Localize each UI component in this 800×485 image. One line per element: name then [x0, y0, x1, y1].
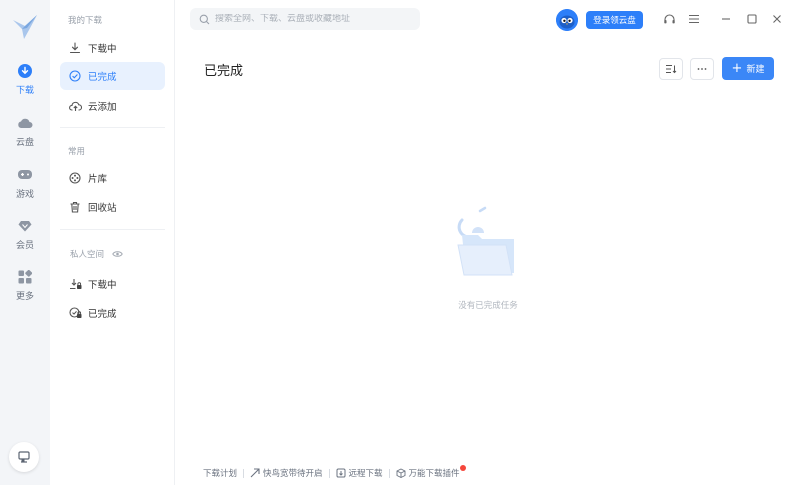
sidebar-item-label: 下载中 — [88, 280, 117, 291]
rail-item-download[interactable]: 下载 — [0, 63, 50, 103]
footer-separator — [328, 468, 330, 478]
section-title-my-downloads: 我的下载 — [68, 16, 103, 26]
mini-window-button[interactable] — [9, 442, 39, 472]
cloud-icon — [17, 115, 33, 131]
menu-icon[interactable] — [686, 11, 702, 27]
sidebar-item-recycle-bin[interactable]: 回收站 — [60, 193, 165, 221]
footer-bar: 下载计划 快鸟宽带待开启 远程下载 万能下载插件 — [203, 465, 466, 480]
footer-label: 下载计划 — [203, 469, 238, 479]
footer-universal-plugin[interactable]: 万能下载插件 — [396, 465, 466, 479]
private-space-label: 私人空间 — [70, 250, 105, 260]
login-button[interactable]: 登录领云盘 — [586, 11, 643, 29]
footer-separator — [243, 468, 245, 478]
close-icon[interactable] — [769, 11, 785, 27]
footer-label: 远程下载 — [348, 469, 383, 479]
sort-icon — [666, 65, 677, 74]
sidebar-item-downloading[interactable]: 下载中 — [60, 34, 165, 62]
new-task-label: 新建 — [746, 65, 765, 75]
sidebar-item-label: 回收站 — [88, 203, 117, 214]
section-title-common: 常用 — [68, 147, 86, 157]
rail-item-more[interactable]: 更多 — [0, 269, 50, 309]
trash-icon — [68, 200, 82, 214]
sidebar-divider — [60, 229, 165, 230]
footer-download-plan[interactable]: 下载计划 — [203, 467, 237, 479]
download-sidebar: 我的下载 下载中 已完成 云添加 常用 片库 回收站 私人空间 下载中 已完成 — [50, 0, 175, 485]
empty-folder-icon — [452, 205, 522, 280]
search-input[interactable] — [215, 14, 405, 24]
plus-icon: + — [731, 61, 743, 76]
rail-label: 下载 — [15, 86, 34, 96]
page-title: 已完成 — [204, 64, 244, 79]
left-rail: 下载 云盘 游戏 会员 更多 — [0, 0, 50, 485]
more-dots-icon — [697, 68, 707, 70]
empty-state-text: 没有已完成任务 — [458, 301, 518, 311]
section-title-private: 私人空间 — [70, 248, 123, 260]
sidebar-item-cloud-add[interactable]: 云添加 — [60, 92, 165, 120]
sidebar-item-label: 片库 — [88, 174, 108, 185]
check-circle-icon — [68, 69, 82, 83]
search-box[interactable] — [190, 8, 420, 30]
sidebar-item-completed[interactable]: 已完成 — [60, 62, 165, 90]
notification-dot — [459, 465, 466, 471]
sidebar-item-label: 下载中 — [88, 44, 117, 55]
cloud-upload-icon — [68, 99, 82, 113]
sidebar-item-private-completed[interactable]: 已完成 — [60, 299, 165, 327]
gamepad-icon — [17, 167, 33, 183]
locked-check-icon — [68, 306, 82, 320]
footer-label: 万能下载插件 — [408, 469, 460, 479]
eye-icon[interactable] — [112, 250, 123, 258]
rail-item-vip[interactable]: 会员 — [0, 218, 50, 258]
new-task-button[interactable]: + 新建 — [722, 57, 774, 80]
rail-label: 云盘 — [15, 138, 34, 148]
sidebar-item-private-downloading[interactable]: 下载中 — [60, 270, 165, 298]
download-arrow-icon — [68, 41, 82, 55]
remote-download-icon — [336, 468, 346, 478]
locked-download-icon — [68, 277, 82, 291]
sidebar-item-film-library[interactable]: 片库 — [60, 164, 165, 192]
search-icon — [199, 14, 210, 25]
rail-label: 会员 — [15, 241, 34, 251]
diamond-icon — [17, 218, 33, 234]
grid-icon — [17, 269, 33, 285]
rail-label: 游戏 — [15, 190, 34, 200]
rail-item-cloud[interactable]: 云盘 — [0, 115, 50, 155]
sidebar-item-label: 已完成 — [88, 72, 117, 83]
plugin-cube-icon — [396, 468, 406, 478]
bird-mascot-icon — [556, 9, 578, 31]
download-icon — [17, 63, 33, 79]
footer-remote-download[interactable]: 远程下载 — [336, 467, 383, 479]
footer-separator — [388, 468, 390, 478]
rail-item-game[interactable]: 游戏 — [0, 167, 50, 207]
more-options-button[interactable] — [690, 58, 714, 80]
rail-label: 更多 — [15, 292, 34, 302]
minimize-icon[interactable] — [718, 11, 734, 27]
headset-icon[interactable] — [661, 11, 677, 27]
footer-label: 快鸟宽带待开启 — [263, 469, 323, 479]
sidebar-divider — [60, 127, 165, 128]
thunder-bird-logo-icon — [10, 12, 40, 42]
maximize-icon[interactable] — [744, 11, 760, 27]
avatar[interactable] — [556, 9, 578, 31]
film-reel-icon — [68, 171, 82, 185]
bird-arrow-icon — [250, 468, 260, 478]
sidebar-item-label: 云添加 — [88, 102, 117, 113]
sidebar-item-label: 已完成 — [88, 309, 117, 320]
footer-broadband-boost[interactable]: 快鸟宽带待开启 — [250, 467, 323, 479]
sort-button[interactable] — [659, 58, 683, 80]
mini-window-icon — [18, 451, 30, 463]
